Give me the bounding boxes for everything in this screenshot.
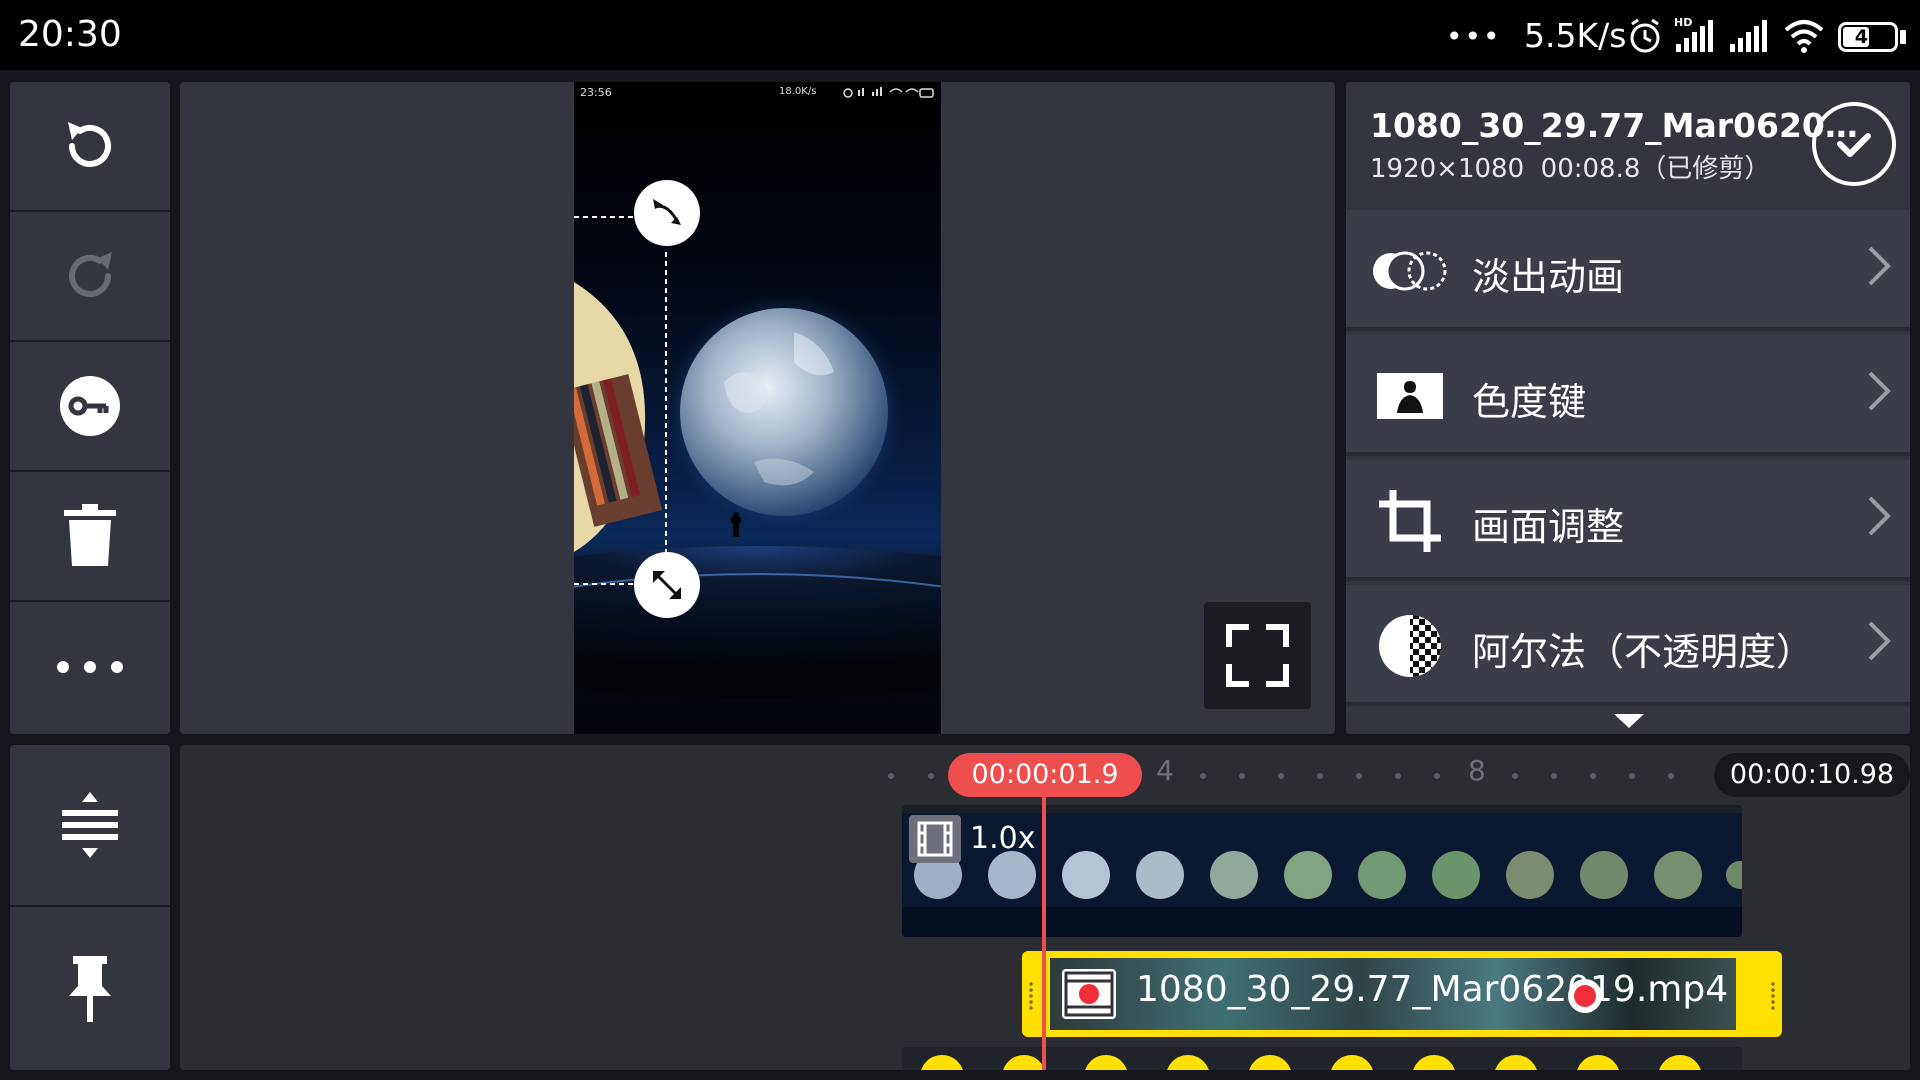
- preview-area[interactable]: 23:56 18.0K/s: [180, 82, 1335, 734]
- battery-tip: [1900, 30, 1906, 44]
- sticker-track[interactable]: [902, 1047, 1742, 1070]
- resize-handle[interactable]: [634, 552, 700, 618]
- fade-out-icon: [1370, 236, 1450, 306]
- clip-resolution: 1920×1080: [1370, 154, 1525, 184]
- ruler-mark-4: 4: [1156, 754, 1174, 787]
- chevron-right-icon: [1868, 371, 1891, 411]
- alpha-icon: [1370, 611, 1450, 681]
- overlay-clip-name: 1080_30_29.77_Mar062019.mp4: [1136, 969, 1729, 1010]
- delete-icon: [64, 504, 116, 566]
- status-bar: 20:30 ••• 5.5K/s HD 49: [0, 0, 1920, 70]
- status-dots: •••: [1446, 20, 1502, 53]
- fullscreen-icon: [1226, 624, 1289, 687]
- pin-button[interactable]: [10, 907, 170, 1070]
- overlay-left-trim-handle[interactable]: [1028, 981, 1034, 1011]
- check-icon: [1837, 133, 1871, 157]
- left-toolbar: [10, 82, 170, 734]
- record-clip-icon: [1062, 969, 1116, 1019]
- chroma-key-icon: [1370, 361, 1450, 431]
- chevron-right-icon: [1868, 621, 1891, 661]
- undo-button[interactable]: [10, 82, 170, 212]
- ruler-mark-8: 8: [1468, 754, 1486, 787]
- playhead[interactable]: [1042, 797, 1046, 1070]
- battery-level: 49: [1854, 26, 1882, 48]
- undo-icon: [68, 122, 111, 167]
- chevron-right-icon: [1868, 496, 1891, 536]
- delete-button[interactable]: [10, 472, 170, 602]
- menu-label-alpha: 阿尔法（不透明度）: [1472, 630, 1815, 674]
- bottom-toolbar: [10, 745, 170, 1070]
- hd-signal-icon: HD: [1674, 16, 1713, 52]
- confirm-button[interactable]: [1812, 102, 1896, 186]
- wifi-icon: [1784, 20, 1824, 53]
- main-track-speed: 1.0x: [970, 821, 1036, 856]
- alarm-icon: [1630, 18, 1660, 53]
- clip-title: 1080_30_29.77_Mar0620…: [1370, 106, 1858, 145]
- redo-button[interactable]: [10, 212, 170, 342]
- menu-label-crop: 画面调整: [1472, 505, 1625, 549]
- sticker-track-thumbnails: [921, 1055, 1701, 1070]
- crop-icon: [1370, 486, 1450, 556]
- more-icon: [57, 661, 123, 673]
- menu-label-fade-out: 淡出动画: [1472, 255, 1625, 299]
- menu-item-crop[interactable]: 画面调整: [1346, 460, 1910, 581]
- record-dot-icon: [1568, 979, 1602, 1013]
- rotate-handle[interactable]: [634, 180, 700, 246]
- clip-meta: 1920×1080 00:08.8（已修剪）: [1370, 148, 1770, 185]
- menu-item-fade-out[interactable]: 淡出动画: [1346, 210, 1910, 331]
- keyframe-button[interactable]: [10, 342, 170, 472]
- menu-label-chroma-key: 色度键: [1472, 380, 1587, 424]
- preview-image: [574, 216, 941, 698]
- resize-icon: [653, 571, 681, 599]
- clip-duration: 00:08.8（已修剪）: [1540, 154, 1771, 184]
- total-time: 00:00:10.98: [1714, 753, 1910, 797]
- menu-item-alpha[interactable]: 阿尔法（不透明度）: [1346, 585, 1910, 706]
- redo-icon: [69, 252, 112, 297]
- chevron-right-icon: [1868, 246, 1891, 286]
- keyframe-icon: [60, 376, 120, 436]
- svg-text:HD: HD: [1674, 16, 1692, 29]
- clip-options-panel: 1080_30_29.77_Mar0620… 1920×1080 00:08.8…: [1346, 82, 1910, 734]
- scroll-down-icon[interactable]: [1612, 712, 1646, 730]
- status-time: 20:30: [18, 14, 122, 55]
- film-icon: [909, 815, 961, 863]
- signal-icon: [1730, 20, 1767, 52]
- network-speed: 5.5K/s: [1524, 16, 1627, 55]
- preview-frame[interactable]: 23:56 18.0K/s: [574, 82, 941, 734]
- pin-icon: [69, 955, 111, 1022]
- track-height-icon: [62, 792, 118, 858]
- rotate-icon: [653, 199, 681, 225]
- menu-item-chroma-key[interactable]: 色度键: [1346, 335, 1910, 456]
- timeline[interactable]: 4 8 00:00:01.9 00:00:10.98 1.0x 1080_30_…: [180, 745, 1910, 1070]
- overlay-right-trim-handle[interactable]: [1770, 981, 1776, 1011]
- fullscreen-button[interactable]: [1204, 602, 1311, 709]
- more-button[interactable]: [10, 602, 170, 732]
- track-height-button[interactable]: [10, 745, 170, 907]
- battery-icon: 49: [1838, 22, 1898, 52]
- current-time[interactable]: 00:00:01.9: [948, 753, 1142, 797]
